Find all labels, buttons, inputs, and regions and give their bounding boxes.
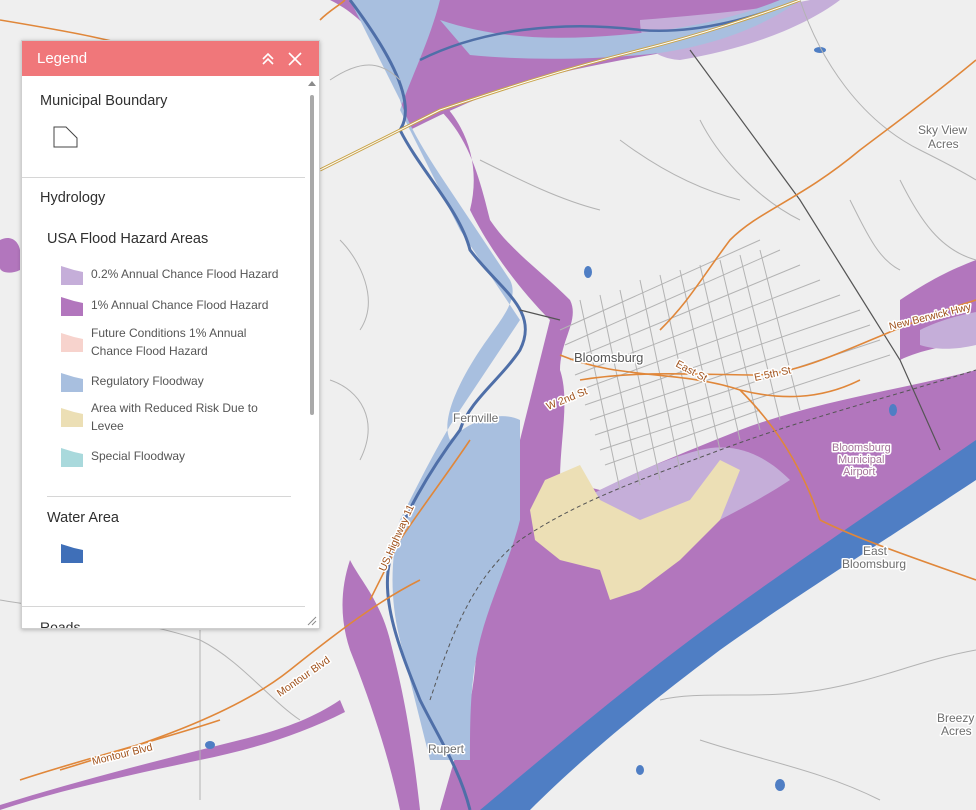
legend-item-label: 1% Annual Chance Flood Hazard: [91, 298, 269, 312]
pond: [205, 741, 215, 749]
label-bloomsburg: Bloomsburg: [574, 350, 643, 365]
swatch-regulatory-floodway: [61, 373, 83, 392]
legend-item-label: Future Conditions 1% Annual Chance Flood…: [91, 326, 247, 358]
flood-1pct-area-left: [0, 238, 20, 273]
resize-handle-icon[interactable]: [307, 616, 317, 626]
legend-item-label: Regulatory Floodway: [91, 374, 204, 388]
label-fernville: Fernville: [453, 411, 499, 425]
divider: [47, 496, 291, 497]
legend-item-label: 0.2% Annual Chance Flood Hazard: [91, 267, 279, 281]
swatch-special-floodway: [61, 448, 83, 467]
label-sky-view-line2: Acres: [928, 137, 959, 151]
pond: [636, 765, 644, 775]
legend-item-regulatory-floodway: Regulatory Floodway: [60, 370, 300, 394]
municipal-boundary-swatch: [53, 126, 78, 148]
legend-header: Legend: [22, 41, 319, 76]
legend-item-flood-02pct: 0.2% Annual Chance Flood Hazard: [60, 263, 300, 287]
label-east-bloomsburg-line1: East: [863, 544, 888, 558]
swatch-flood-1pct: [61, 297, 83, 316]
legend-body[interactable]: Municipal Boundary Hydrology USA Flood H…: [22, 76, 319, 628]
legend-item-label: Special Floodway: [91, 449, 186, 463]
pond: [889, 404, 897, 416]
legend-item-future-conditions: Future Conditions 1% Annual Chance Flood…: [60, 324, 300, 364]
pond: [775, 779, 785, 791]
section-municipal-boundary: Municipal Boundary: [40, 93, 168, 109]
label-airport-line3: Airport: [843, 466, 875, 478]
label-airport-line1: Bloomsburg: [832, 442, 891, 454]
scroll-up-arrow-icon[interactable]: [308, 81, 316, 86]
section-hydrology: Hydrology: [40, 190, 106, 206]
swatch-water-area: [61, 544, 83, 563]
legend-title: Legend: [37, 50, 88, 67]
label-sky-view-line1: Sky View: [918, 123, 967, 137]
double-chevron-up-icon[interactable]: [259, 50, 277, 68]
close-icon[interactable]: [286, 50, 304, 68]
divider: [22, 606, 305, 607]
legend-item-reduced-risk-levee: Area with Reduced Risk Due to Levee: [60, 399, 300, 439]
subsection-flood-hazard-areas: USA Flood Hazard Areas: [47, 231, 209, 247]
swatch-flood-02pct: [61, 266, 83, 285]
legend-scrollbar[interactable]: [308, 81, 316, 611]
divider: [22, 177, 305, 178]
legend-item-flood-1pct: 1% Annual Chance Flood Hazard: [60, 294, 300, 318]
label-east-bloomsburg-line2: Bloomsburg: [842, 557, 906, 571]
legend-item-special-floodway: Special Floodway: [60, 445, 300, 469]
subsection-water-area: Water Area: [47, 510, 119, 526]
label-breezy-line1: Breezy: [937, 711, 974, 725]
label-breezy-line2: Acres: [941, 724, 972, 738]
swatch-future-conditions: [61, 333, 83, 352]
legend-item-label: Area with Reduced Risk Due to Levee: [91, 401, 258, 433]
legend-panel: Legend Municipal Boundary Hydrology USA …: [21, 40, 320, 629]
scroll-thumb[interactable]: [310, 95, 314, 415]
swatch-reduced-risk-levee: [61, 408, 83, 427]
label-airport-line2: Municipal: [838, 454, 884, 466]
pond: [584, 266, 592, 278]
section-next-partial: Roads: [40, 619, 81, 628]
label-rupert: Rupert: [428, 742, 465, 756]
